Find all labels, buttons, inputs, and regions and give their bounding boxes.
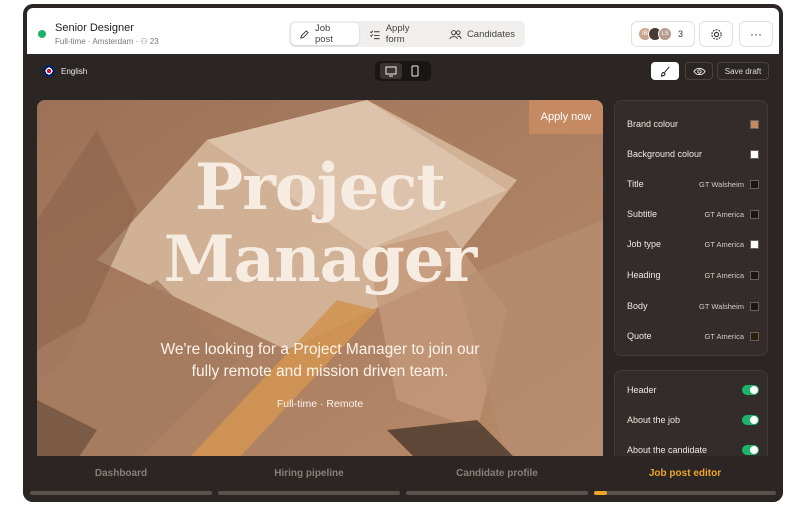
row-label: Subtitle (627, 209, 658, 219)
hero-title-line2: Manager (163, 222, 478, 297)
progress-track-editor (594, 491, 776, 495)
hero-subtitle: We're looking for a Project Manager to j… (120, 339, 520, 383)
brush-icon (660, 66, 670, 77)
row-label: Job type (627, 239, 662, 249)
colour-swatch[interactable] (750, 179, 759, 189)
font-value: GT Walsheim (698, 179, 744, 189)
tab-apply-form-label: Apply form (385, 23, 410, 45)
row-label: Background colour (627, 149, 703, 159)
toggle-switch[interactable] (742, 415, 759, 425)
progress-track-profile (406, 491, 588, 495)
nav-hiring-pipeline[interactable]: Hiring pipeline (215, 468, 403, 479)
style-row-quote[interactable]: Quote GT America (627, 329, 759, 343)
language-selector[interactable]: English (37, 62, 93, 80)
style-row-heading[interactable]: Heading GT America (627, 268, 759, 282)
style-row-subtitle[interactable]: Subtitle GT America (627, 207, 759, 221)
font-value: GT America (704, 239, 744, 249)
desktop-icon (385, 66, 397, 76)
preview-button[interactable] (685, 62, 713, 80)
row-label: Quote (627, 331, 652, 341)
font-value: GT Walsheim (698, 301, 744, 311)
hero-subtitle-line1: We're looking for a Project Manager to j… (160, 341, 480, 358)
pencil-icon (300, 29, 309, 39)
style-row-body[interactable]: Body GT Walsheim (627, 299, 759, 313)
progress-track-dashboard (30, 491, 212, 495)
settings-button[interactable] (699, 21, 733, 47)
bottom-navigation: Dashboard Hiring pipeline Candidate prof… (23, 456, 783, 502)
collaborators[interactable]: IB LS 3 (631, 21, 695, 47)
more-button[interactable]: ··· (739, 21, 773, 47)
colour-swatch[interactable] (750, 149, 759, 159)
ellipsis-icon: ··· (750, 27, 762, 41)
row-label: Title (627, 179, 644, 189)
hero-job-meta: Full-time · Remote (276, 398, 364, 410)
avatar: LS (658, 27, 672, 41)
checklist-icon (369, 30, 380, 39)
hero-title-line1: Project (195, 150, 446, 225)
tab-candidates-label: Candidates (466, 28, 515, 40)
top-bar: Senior Designer Full-time · Amsterdam · … (27, 8, 779, 54)
app-window: Senior Designer Full-time · Amsterdam · … (23, 4, 783, 502)
tab-job-post[interactable]: Job post (291, 23, 359, 45)
job-title: Senior Designer (55, 22, 134, 34)
view-tabs: Job post Apply form Candidates (289, 21, 525, 47)
avatar-count: 3 (678, 29, 684, 39)
desktop-view-button[interactable] (380, 63, 402, 79)
job-meta: Full-time · Amsterdam · ⚇ 23 (55, 37, 159, 46)
row-label: Brand colour (627, 119, 679, 129)
apply-now-button[interactable]: Apply now (529, 100, 603, 134)
font-value: GT America (704, 209, 744, 219)
tab-apply-form[interactable]: Apply form (361, 23, 439, 45)
progress-fill (594, 491, 607, 495)
hero-subtitle-line2: fully remote and mission driven team. (191, 363, 449, 380)
progress-track-pipeline (218, 491, 400, 495)
device-toggle (375, 61, 431, 81)
language-label: English (61, 66, 88, 76)
toggle-switch[interactable] (742, 445, 759, 455)
row-label: About the candidate (627, 445, 708, 455)
tab-candidates[interactable]: Candidates (441, 23, 523, 45)
colour-swatch[interactable] (750, 209, 759, 219)
gear-icon (710, 28, 722, 40)
style-row-brand-colour[interactable]: Brand colour (627, 117, 759, 131)
editor-toolbar: English Save draft (23, 58, 783, 84)
style-panel: Brand colour Background colour Title GT … (614, 100, 768, 356)
row-label: Heading (627, 270, 661, 280)
design-mode-button[interactable] (651, 62, 679, 80)
row-label: Header (627, 385, 657, 395)
section-row-about-candidate[interactable]: About the candidate (627, 443, 759, 457)
users-icon (449, 29, 462, 39)
section-row-about-job[interactable]: About the job (627, 413, 759, 427)
font-value: GT America (704, 270, 744, 280)
save-draft-button[interactable]: Save draft (717, 62, 769, 80)
mobile-icon (411, 65, 419, 77)
status-dot (38, 30, 46, 38)
row-label: Body (627, 301, 648, 311)
font-value: GT America (704, 331, 744, 341)
nav-candidate-profile[interactable]: Candidate profile (403, 468, 591, 479)
colour-swatch[interactable] (750, 239, 759, 249)
mobile-view-button[interactable] (404, 63, 426, 79)
section-row-header[interactable]: Header (627, 383, 759, 397)
style-row-job-type[interactable]: Job type GT America (627, 237, 759, 251)
style-row-background-colour[interactable]: Background colour (627, 147, 759, 161)
tab-job-post-label: Job post (314, 23, 333, 45)
nav-dashboard[interactable]: Dashboard (27, 468, 215, 479)
toggle-switch[interactable] (742, 385, 759, 395)
colour-swatch[interactable] (750, 270, 759, 280)
nav-job-post-editor[interactable]: Job post editor (591, 468, 779, 479)
colour-swatch[interactable] (750, 331, 759, 341)
eye-icon (692, 67, 706, 75)
job-post-hero: Apply now Project Manager We're looking … (37, 100, 603, 460)
row-label: About the job (627, 415, 681, 425)
colour-swatch[interactable] (750, 301, 759, 311)
style-row-title[interactable]: Title GT Walsheim (627, 177, 759, 191)
colour-swatch[interactable] (750, 119, 759, 129)
uk-flag-icon (43, 65, 55, 77)
